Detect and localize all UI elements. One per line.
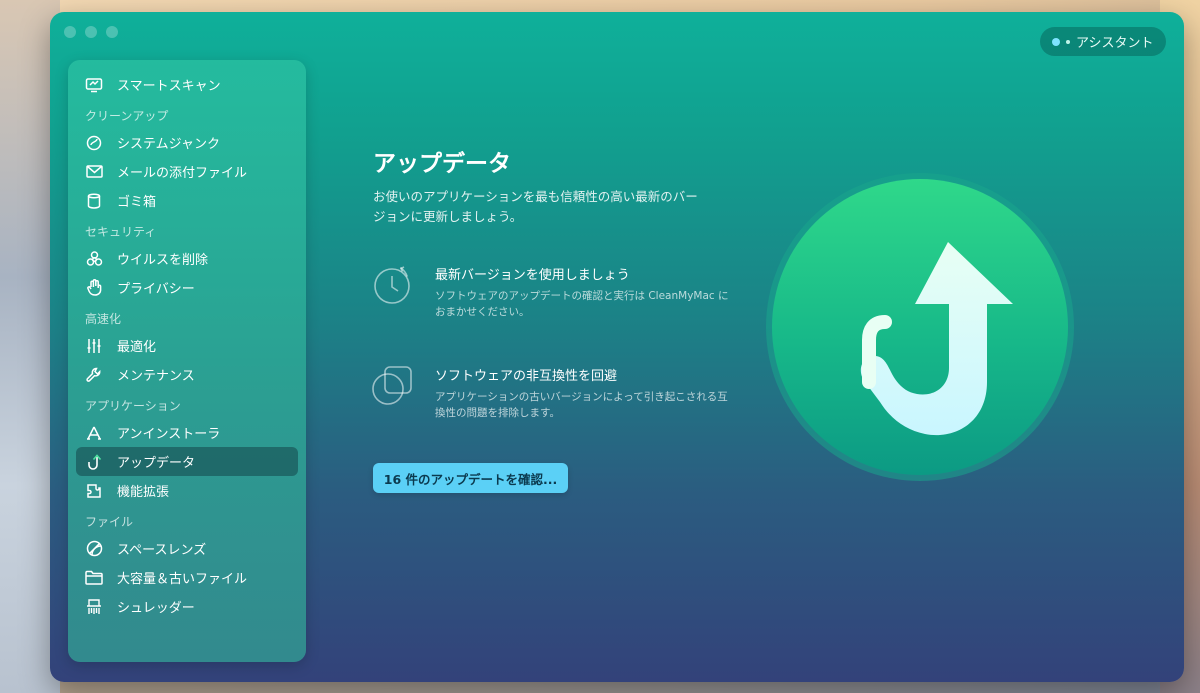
check-updates-button[interactable]: 16 件のアップデートを確認... [373,463,568,493]
sidebar-item-smart-scan[interactable]: スマートスキャン [76,70,298,99]
clock-refresh-icon [371,264,413,306]
sidebar-item-label: ウイルスを削除 [117,253,209,268]
overlap-shapes-icon [371,365,413,407]
sidebar-item-label: 機能拡張 [117,485,170,500]
sidebar-item-label: シュレッダー [117,601,195,616]
sidebar-item-uninstaller[interactable]: アンインストーラ [76,418,298,447]
sidebar-section-applications: アプリケーション [85,399,181,413]
folder-icon [85,569,103,587]
sidebar-item-label: メールの添付ファイル [117,166,248,181]
shredder-icon [85,598,103,616]
sidebar-item-label: プライバシー [117,282,195,297]
sidebar-item-mail-attachments[interactable]: メールの添付ファイル [76,157,298,186]
sidebar-item-maintenance[interactable]: メンテナンス [76,360,298,389]
system-junk-icon [85,134,103,152]
trash-icon [85,192,103,210]
sidebar-item-shredder[interactable]: シュレッダー [76,592,298,621]
page-subtitle: お使いのアプリケーションを最も信頼性の高い最新のバージョンに更新しましょう。 [373,189,698,224]
sidebar-item-label: スマートスキャン [117,79,221,94]
feature-title: ソフトウェアの非互換性を回避 [435,369,618,384]
window-controls [64,26,118,38]
sidebar-item-label: ゴミ箱 [117,195,157,210]
sidebar-section-speed: 高速化 [85,312,122,326]
mail-icon [85,163,103,181]
sidebar-item-label: メンテナンス [117,369,195,384]
sidebar-section-security: セキュリティ [85,225,157,239]
assistant-button[interactable]: アシスタント [1040,27,1166,56]
app-window: アシスタント スマートスキャン クリーンアップ システムジャンク メールの添付フ… [50,12,1184,682]
sidebar-item-label: アップデータ [117,456,196,471]
assistant-label: アシスタント [1076,36,1154,51]
sidebar-item-space-lens[interactable]: スペースレンズ [76,534,298,563]
updater-arrow-icon [765,172,1075,482]
sidebar-item-remove-malware[interactable]: ウイルスを削除 [76,244,298,273]
space-lens-icon [85,540,103,558]
sidebar-item-system-junk[interactable]: システムジャンク [76,128,298,157]
minimize-window-button[interactable] [85,26,97,38]
sidebar-item-privacy[interactable]: プライバシー [76,273,298,302]
app-store-icon [85,424,103,442]
sidebar-section-cleanup: クリーンアップ [85,109,169,123]
sidebar-item-large-old-files[interactable]: 大容量＆古いファイル [76,563,298,592]
extensions-icon [85,482,103,500]
zoom-window-button[interactable] [106,26,118,38]
biohazard-icon [85,250,103,268]
sidebar-item-optimization[interactable]: 最適化 [76,331,298,360]
updater-icon [85,453,103,471]
sidebar-item-label: システムジャンク [117,137,220,152]
sidebar-item-label: 大容量＆古いファイル [117,572,248,587]
sidebar: スマートスキャン クリーンアップ システムジャンク メールの添付ファイル ゴミ箱… [68,60,306,662]
sidebar-item-trash[interactable]: ゴミ箱 [76,186,298,215]
sidebar-item-label: スペースレンズ [117,543,207,558]
sidebar-item-extensions[interactable]: 機能拡張 [76,476,298,505]
wrench-icon [85,366,103,384]
sidebar-item-label: アンインストーラ [117,427,221,442]
sliders-icon [85,337,103,355]
hand-icon [85,279,103,297]
assistant-small-dot-icon [1066,39,1070,44]
feature-description: アプリケーションの古いバージョンによって引き起こされる互換性の問題を排除します。 [435,391,728,419]
page-title: アップデータ [373,151,511,177]
sidebar-item-label: 最適化 [117,340,157,355]
sidebar-item-updater[interactable]: アップデータ [76,447,298,476]
feature-title: 最新バージョンを使用しましょう [435,268,630,283]
sidebar-section-files: ファイル [85,515,134,529]
smart-scan-icon [85,76,103,94]
close-window-button[interactable] [64,26,76,38]
feature-description: ソフトウェアのアップデートの確認と実行は CleanMyMac におまかせくださ… [435,290,729,318]
assistant-dot-icon [1052,37,1060,46]
